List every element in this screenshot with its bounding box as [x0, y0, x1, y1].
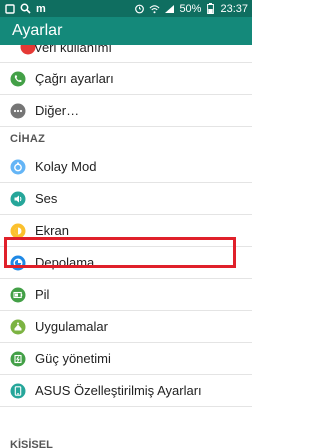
settings-item-sound[interactable]: Ses — [0, 183, 252, 215]
settings-item-label: ASUS Özelleştirilmiş Ayarları — [35, 383, 202, 398]
search-icon — [20, 3, 31, 14]
apps-icon — [10, 319, 26, 335]
signal-icon — [164, 3, 175, 14]
settings-item-more[interactable]: Diğer… — [0, 95, 252, 127]
display-icon — [10, 223, 26, 239]
battery-icon-status — [205, 3, 216, 14]
settings-item-label: Ses — [35, 191, 58, 206]
power-icon — [10, 351, 26, 367]
sound-icon — [10, 191, 26, 207]
storage-icon — [10, 255, 26, 271]
settings-item-label: Kolay Mod — [35, 159, 97, 174]
section-header-personal: KİŞİSEL — [10, 439, 53, 448]
settings-item-label: Uygulamalar — [35, 319, 108, 334]
more-icon — [10, 103, 26, 119]
settings-item-label: Pil — [35, 287, 50, 302]
settings-item-battery[interactable]: Pil — [0, 279, 252, 311]
status-bar: m 50% 23:37 — [0, 0, 252, 17]
battery-percent: 50% — [179, 2, 202, 15]
settings-item-asus-custom[interactable]: ASUS Özelleştirilmiş Ayarları — [0, 375, 252, 407]
easy-mode-icon — [10, 159, 26, 175]
settings-item-call-settings[interactable]: Çağrı ayarları — [0, 63, 252, 95]
settings-item-label: Veri kullanımı — [34, 45, 113, 55]
settings-item-label: Güç yönetimi — [35, 351, 111, 366]
app-bar: Ayarlar — [0, 17, 252, 45]
settings-item-label: Depolama — [35, 255, 95, 270]
settings-item-label: Çağrı ayarları — [35, 71, 114, 86]
clock: 23:37 — [220, 2, 248, 15]
carrier-mark: m — [36, 2, 46, 15]
settings-item-label: Diğer… — [35, 103, 80, 118]
settings-item-label: Ekran — [35, 223, 69, 238]
settings-item-apps[interactable]: Uygulamalar — [0, 311, 252, 343]
section-header-personal-container: KİŞİSEL — [0, 434, 252, 448]
settings-list[interactable]: Veri kullanımı Çağrı ayarları Diğer… CİH… — [0, 45, 252, 407]
settings-item-data-usage[interactable]: Veri kullanımı — [0, 45, 252, 63]
settings-item-display[interactable]: Ekran — [0, 215, 252, 247]
asus-custom-icon — [10, 383, 26, 399]
page-title: Ayarlar — [12, 22, 63, 39]
battery-icon — [10, 287, 26, 303]
wifi-icon — [149, 3, 160, 14]
phone-icon — [10, 71, 26, 87]
notification-square-icon — [4, 3, 15, 14]
settings-item-easy-mode[interactable]: Kolay Mod — [0, 151, 252, 183]
section-header-device: CİHAZ — [10, 133, 46, 145]
settings-item-storage[interactable]: Depolama — [0, 247, 252, 279]
settings-item-power-management[interactable]: Güç yönetimi — [0, 343, 252, 375]
alarm-icon — [134, 3, 145, 14]
